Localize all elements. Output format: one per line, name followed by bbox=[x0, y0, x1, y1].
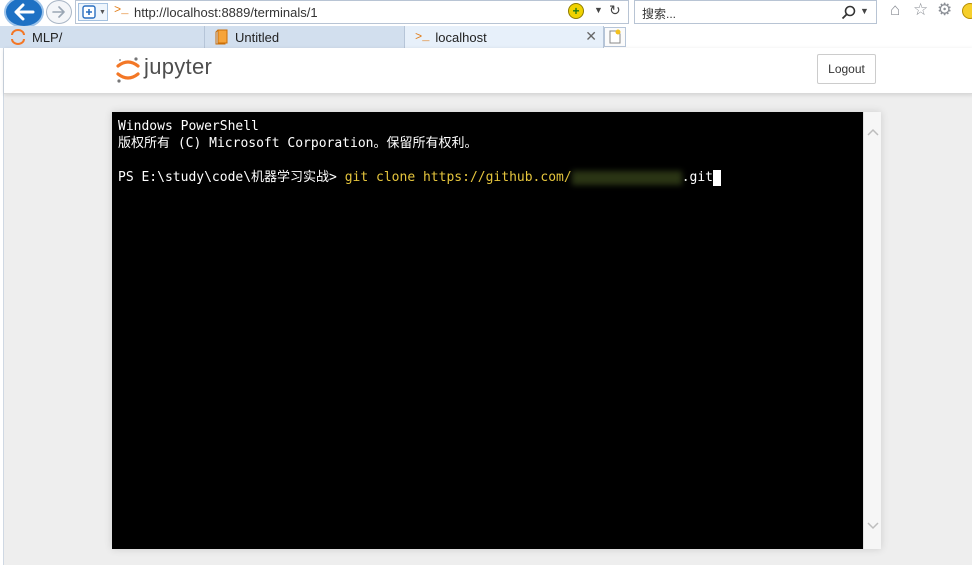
terminal-line-1: Windows PowerShell bbox=[118, 119, 259, 134]
tab-strip: MLP/ Untitled >_ localhost ✕ bbox=[0, 26, 972, 48]
chevron-down-icon: ▼ bbox=[99, 8, 106, 16]
scroll-up-icon[interactable] bbox=[867, 128, 879, 136]
tab-label: MLP/ bbox=[32, 29, 63, 45]
terminal-line-2: 版权所有 (C) Microsoft Corporation。保留所有权利。 bbox=[118, 136, 478, 151]
jupyter-header: jupyter Logout bbox=[4, 48, 972, 94]
terminal-panel: Windows PowerShell 版权所有 (C) Microsoft Co… bbox=[112, 112, 881, 549]
tab-mlp[interactable]: MLP/ bbox=[0, 26, 205, 48]
tab-label: Untitled bbox=[235, 29, 280, 45]
new-tab-icon bbox=[609, 29, 621, 44]
tab-localhost[interactable]: >_ localhost ✕ bbox=[405, 26, 604, 48]
page-content: jupyter Logout Windows PowerShell 版权所有 (… bbox=[3, 48, 972, 565]
compatibility-icon[interactable]: + bbox=[568, 3, 584, 19]
page-favicon-terminal-icon: >_ bbox=[114, 3, 129, 17]
new-tab-button[interactable] bbox=[604, 27, 626, 47]
terminal-prompt-line: PS E:\study\code\机器学习实战> git clone https… bbox=[118, 169, 857, 186]
terminal-prompt: PS E:\study\code\机器学习实战> bbox=[118, 170, 345, 185]
redacted-username bbox=[571, 170, 682, 185]
terminal-command-suffix: .git bbox=[681, 170, 714, 185]
logout-button[interactable]: Logout bbox=[817, 54, 876, 84]
favorites-star-icon[interactable]: ☆ bbox=[913, 0, 928, 20]
terminal-cursor bbox=[713, 169, 722, 186]
address-bar[interactable]: ▼ >_ http://localhost:8889/terminals/1 +… bbox=[75, 0, 629, 24]
back-arrow-icon bbox=[14, 3, 35, 21]
site-identity-icon bbox=[82, 5, 96, 19]
site-identity-button[interactable]: ▼ bbox=[78, 3, 108, 21]
terminal[interactable]: Windows PowerShell 版权所有 (C) Microsoft Co… bbox=[112, 112, 863, 549]
terminal-command: git clone https://github.com/ bbox=[344, 170, 572, 185]
back-button[interactable] bbox=[4, 0, 44, 28]
tab-untitled[interactable]: Untitled bbox=[205, 26, 405, 48]
address-dropdown-icon[interactable]: ▼ bbox=[594, 5, 603, 15]
jupyter-logo[interactable]: jupyter bbox=[116, 54, 226, 88]
address-url[interactable]: http://localhost:8889/terminals/1 bbox=[134, 5, 318, 20]
tab-label: localhost bbox=[435, 29, 487, 45]
refresh-icon[interactable]: ↻ bbox=[609, 2, 621, 19]
search-icon[interactable] bbox=[841, 5, 857, 21]
forward-arrow-icon bbox=[52, 6, 65, 18]
home-icon[interactable]: ⌂ bbox=[890, 0, 900, 20]
terminal-scrollbar[interactable] bbox=[863, 112, 881, 549]
forward-button[interactable] bbox=[46, 0, 72, 24]
search-dropdown-icon[interactable]: ▼ bbox=[860, 6, 869, 16]
notebook-favicon-icon bbox=[215, 29, 228, 45]
terminal-favicon-icon: >_ bbox=[415, 30, 430, 44]
jupyter-logo-text: jupyter bbox=[144, 54, 213, 79]
jupyter-favicon-icon bbox=[11, 29, 25, 45]
scroll-down-icon[interactable] bbox=[867, 522, 879, 530]
browser-toolbar: ▼ >_ http://localhost:8889/terminals/1 +… bbox=[0, 0, 972, 28]
search-box[interactable]: 搜索... ▼ bbox=[634, 0, 877, 24]
settings-gear-icon[interactable]: ⚙ bbox=[937, 0, 952, 20]
search-input[interactable]: 搜索... bbox=[642, 5, 676, 22]
jupyter-logo-icon bbox=[116, 57, 140, 83]
feedback-smiley-icon[interactable] bbox=[962, 3, 972, 19]
close-icon[interactable]: ✕ bbox=[585, 28, 597, 45]
